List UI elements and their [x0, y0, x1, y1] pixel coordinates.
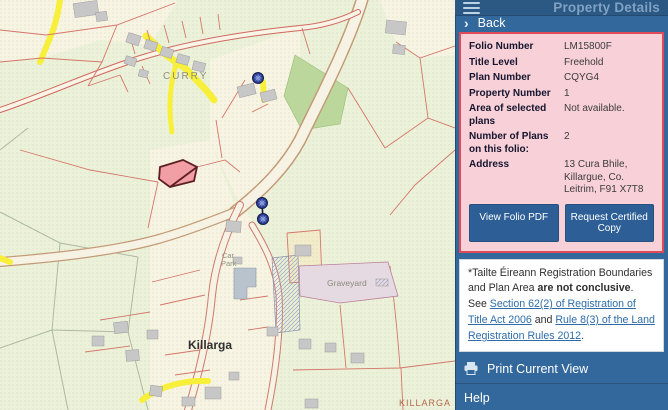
- detail-row-address: Address 13 Cura Bhile, Killargue, Co. Le…: [469, 159, 654, 197]
- print-current-view-button[interactable]: Print Current View: [455, 355, 668, 384]
- detail-label: Folio Number: [469, 41, 564, 54]
- map-label-graveyard: Graveyard: [327, 278, 367, 288]
- map-label-killarga-town: Killarga: [188, 338, 232, 352]
- detail-value: 2: [564, 131, 654, 156]
- folio-details-card: Folio Number LM15800F Title Level Freeho…: [459, 32, 664, 253]
- detail-row-folio-number: Folio Number LM15800F: [469, 41, 654, 54]
- graveyard-symbol-icon: [376, 279, 388, 286]
- detail-row-property-number: Property Number 1: [469, 88, 654, 101]
- disclaimer-text: and: [532, 314, 556, 326]
- map-label-carpark-line2: Park: [221, 259, 237, 268]
- survey-marker-icon[interactable]: [253, 73, 264, 84]
- hamburger-menu-icon[interactable]: [463, 2, 480, 14]
- detail-row-plan-count: Number of Plans on this folio: 2: [469, 131, 654, 156]
- detail-label: Address: [469, 159, 564, 197]
- detail-row-area: Area of selected plans Not available.: [469, 103, 654, 128]
- property-details-panel: Property Details › Back Folio Number LM1…: [455, 0, 668, 410]
- folio-actions: View Folio PDF Request Certified Copy: [469, 204, 654, 242]
- detail-value: CQYG4: [564, 72, 654, 85]
- print-label: Print Current View: [487, 362, 588, 376]
- map-hatched-strip: [272, 255, 300, 333]
- help-button[interactable]: Help: [455, 384, 668, 410]
- survey-marker-icon[interactable]: [258, 214, 269, 225]
- disclaimer-note: *Tailte Éireann Registration Boundaries …: [459, 259, 664, 352]
- disclaimer-bold-text: are not conclusive: [538, 282, 631, 294]
- detail-label: Plan Number: [469, 72, 564, 85]
- detail-value: Freehold: [564, 57, 654, 70]
- disclaimer-text: .: [581, 330, 584, 342]
- map-label-curry: CURRY: [163, 71, 208, 82]
- app-window: CURRY Car Park Graveyard Killarga KILLAR…: [0, 0, 668, 410]
- panel-header: Property Details: [455, 0, 668, 16]
- detail-label: Area of selected plans: [469, 103, 564, 128]
- detail-value: 1: [564, 88, 654, 101]
- back-chevron-icon: ›: [464, 16, 469, 30]
- detail-row-plan-number: Plan Number CQYG4: [469, 72, 654, 85]
- survey-marker-icon[interactable]: [257, 198, 268, 209]
- detail-label: Property Number: [469, 88, 564, 101]
- request-certified-copy-button[interactable]: Request Certified Copy: [565, 204, 655, 242]
- back-label: Back: [478, 16, 506, 30]
- map-svg: CURRY Car Park Graveyard Killarga KILLAR…: [0, 0, 455, 410]
- map-canvas[interactable]: CURRY Car Park Graveyard Killarga KILLAR…: [0, 0, 455, 410]
- printer-icon: [464, 362, 478, 375]
- detail-row-title-level: Title Level Freehold: [469, 57, 654, 70]
- map-label-killarga-townland: KILLARGA: [399, 398, 451, 408]
- help-label: Help: [464, 391, 490, 405]
- detail-label: Title Level: [469, 57, 564, 70]
- detail-label: Number of Plans on this folio:: [469, 131, 564, 156]
- view-folio-pdf-button[interactable]: View Folio PDF: [469, 204, 559, 242]
- detail-value: LM15800F: [564, 41, 654, 54]
- detail-value: Not available.: [564, 103, 654, 128]
- panel-title: Property Details: [553, 0, 660, 15]
- back-button[interactable]: › Back: [455, 16, 668, 30]
- detail-value: 13 Cura Bhile, Killargue, Co. Leitrim, F…: [564, 159, 654, 197]
